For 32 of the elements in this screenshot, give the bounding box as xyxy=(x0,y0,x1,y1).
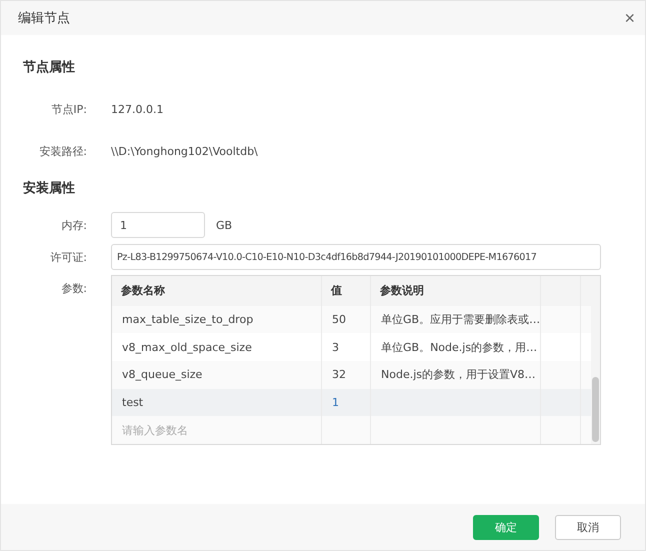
cancel-button[interactable]: 取消 xyxy=(555,514,621,540)
section-heading: 安装属性 xyxy=(23,180,76,197)
license-input[interactable]: Pz-L83-B1299750674-V10.0-C10-E10-N10-D3c4df16b8d7944-J20190101000DEPE-M1676017 xyxy=(111,244,601,270)
table-cell: 32 xyxy=(332,368,346,382)
table-cell: v8_max_old_space_size xyxy=(122,340,252,354)
table-row[interactable]: test 1 xyxy=(112,388,591,416)
table-cell: Node.js的参数，用于设置V8… xyxy=(381,367,536,382)
table-cell: max_table_size_to_drop xyxy=(122,312,254,326)
field-label: 安装路径: xyxy=(38,144,88,158)
table-cell: 1 xyxy=(332,396,339,409)
unit-label: GB xyxy=(216,218,232,232)
table-cell: 50 xyxy=(332,312,346,326)
field-value: \\D:\Yonghong102\Vooltdb\ xyxy=(111,144,258,158)
table-row[interactable]: max_table_size_to_drop 50 单位GB。应用于需要删除表或… xyxy=(112,306,591,334)
field-value: 127.0.0.1 xyxy=(111,102,164,116)
section-heading: 节点属性 xyxy=(23,59,76,76)
field-label: 参数: xyxy=(60,281,88,296)
scrollbar-thumb[interactable] xyxy=(592,377,599,442)
param-name-input[interactable]: 请输入参数名 xyxy=(122,424,312,437)
table-cell: 单位GB。应用于需要删除表或… xyxy=(381,312,540,327)
field-label: 内存: xyxy=(60,218,88,232)
field-label: 节点IP: xyxy=(50,102,88,116)
close-button[interactable]: × xyxy=(624,9,635,27)
table-cell: 3 xyxy=(332,340,339,354)
param-name-field[interactable]: 请输入参数名 xyxy=(112,416,591,444)
table-cell: 单位GB。Node.js的参数，用… xyxy=(381,340,538,355)
table-row[interactable]: v8_queue_size 32 Node.js的参数，用于设置V8… xyxy=(112,360,591,389)
table-cell: test xyxy=(122,396,144,409)
window-title: 编辑节点 xyxy=(18,10,70,27)
table-cell: v8_queue_size xyxy=(122,368,202,382)
field-label: 许可证: xyxy=(49,250,88,264)
memory-input[interactable]: 1 xyxy=(111,212,205,238)
